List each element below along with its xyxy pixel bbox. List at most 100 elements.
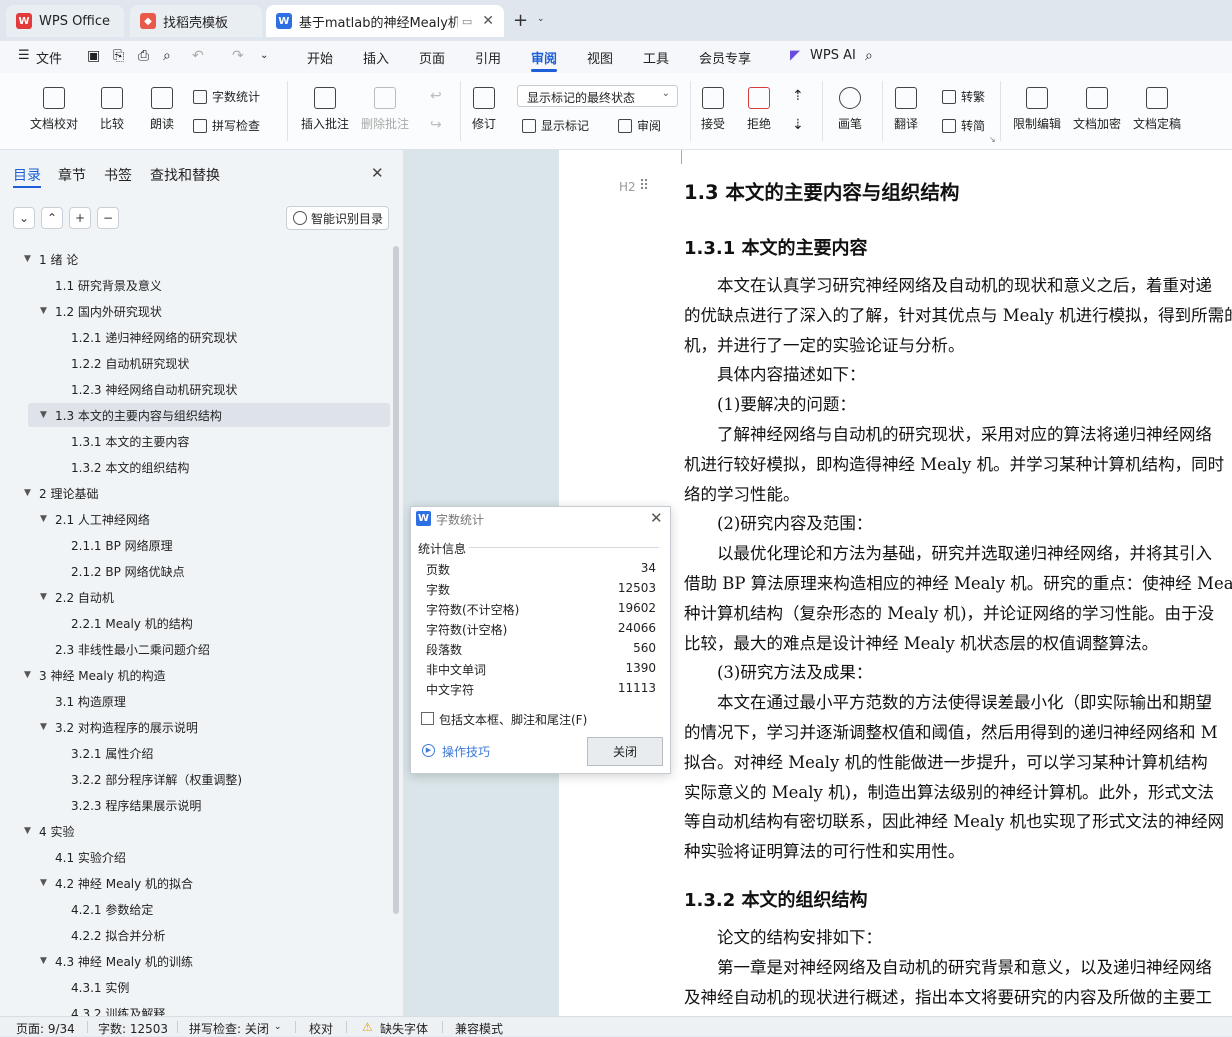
expand-arrow-icon[interactable]: ▼ [40, 878, 50, 888]
new-tab-icon[interactable]: + [513, 10, 528, 31]
toc-item[interactable]: ▼ 2.2 自动机 [0, 585, 390, 609]
expand-arrow-icon[interactable]: ▼ [40, 722, 50, 732]
finalize-button[interactable]: 文档定稿 [1133, 87, 1181, 132]
chevron-down-icon[interactable]: ⌄ [274, 1022, 282, 1032]
tab-document[interactable]: W 基于matlab的神经Mealy机的 ▭ ✕ [266, 5, 504, 37]
toc-item[interactable]: 2.2.1 Mealy 机的结构 [0, 611, 390, 635]
toc-item[interactable]: ▼ 1 绪 论 [0, 247, 390, 271]
tab-find-replace[interactable]: 查找和替换 [150, 165, 220, 185]
chevron-down-icon[interactable]: ⌄ [537, 14, 545, 24]
spell-check-button[interactable]: 拼写检查 [193, 117, 260, 134]
close-tab-icon[interactable]: ✕ [482, 13, 494, 29]
menu-review[interactable]: 审阅 [531, 48, 557, 67]
toc-item[interactable]: ▼ 2.1 人工神经网络 [0, 507, 390, 531]
search-icon[interactable]: ⌕ [865, 48, 873, 64]
menu-insert[interactable]: 插入 [363, 48, 389, 67]
tab-toc[interactable]: 目录 [13, 165, 41, 185]
undo-icon[interactable]: ↶ [192, 48, 204, 64]
toc-item[interactable]: 4.3.1 实例 [0, 975, 390, 999]
toc-item[interactable]: ▼ 4 实验 [0, 819, 390, 843]
toc-item[interactable]: 1.2.3 神经网络自动机研究现状 [0, 377, 390, 401]
expand-arrow-icon[interactable]: ▼ [24, 826, 34, 836]
proof-button[interactable]: 校对 [309, 1020, 333, 1037]
markup-state-select[interactable]: 显示标记的最终状态 ⌄ [517, 85, 678, 107]
smart-toc-button[interactable]: 智能识别目录 [286, 206, 389, 230]
drag-handle-icon[interactable]: ⠿ [639, 178, 649, 194]
tab-chapters[interactable]: 章节 [58, 165, 86, 185]
missing-font-button[interactable]: 缺失字体 [380, 1020, 428, 1037]
toc-item[interactable]: ▼ 4.2 神经 Mealy 机的拟合 [0, 871, 390, 895]
toc-item[interactable]: ▼ 3 神经 Mealy 机的构造 [0, 663, 390, 687]
close-icon[interactable]: ✕ [650, 509, 663, 527]
restrict-edit-button[interactable]: 限制编辑 [1013, 87, 1061, 132]
track-changes-button[interactable]: 修订 [472, 87, 496, 132]
include-textbox-checkbox[interactable] [421, 712, 434, 725]
expand-arrow-icon[interactable]: ▼ [24, 670, 34, 680]
toc-item[interactable]: 1.2.1 递归神经网络的研究现状 [0, 325, 390, 349]
print-icon[interactable]: ⎙ [138, 48, 149, 64]
share-icon[interactable]: ⎘ [113, 48, 124, 64]
menu-reference[interactable]: 引用 [475, 48, 501, 67]
spell-check-status[interactable]: 拼写检查: 关闭 [189, 1020, 269, 1037]
toc-item[interactable]: 2.3 非线性最小二乘问题介绍 [0, 637, 390, 661]
toc-item[interactable]: 3.2.3 程序结果展示说明 [0, 793, 390, 817]
toc-item[interactable]: 3.2.2 部分程序详解（权重调整) [0, 767, 390, 791]
toc-item[interactable]: 1.2.2 自动机研究现状 [0, 351, 390, 375]
toc-item[interactable]: 2.1.1 BP 网络原理 [0, 533, 390, 557]
page-indicator[interactable]: 页面: 9/34 [16, 1020, 75, 1037]
toc-item[interactable]: 1.1 研究背景及意义 [0, 273, 390, 297]
expand-arrow-icon[interactable]: ▼ [40, 514, 50, 524]
to-traditional-button[interactable]: 转繁 [942, 88, 985, 105]
doc-check-button[interactable]: 文档校对 [30, 87, 78, 132]
accept-button[interactable]: 接受 [701, 87, 725, 132]
prev-comment-icon[interactable]: ↩ [430, 88, 442, 104]
menu-wps-ai[interactable]: WPS AI [810, 48, 856, 63]
redo-icon[interactable]: ↷ [232, 48, 244, 64]
toc-item[interactable]: 4.2.1 参数给定 [0, 897, 390, 921]
delete-comment-button[interactable]: 删除批注 [361, 87, 409, 132]
pen-button[interactable]: 画笔 [838, 87, 862, 132]
expand-icon[interactable]: ↘ [989, 135, 996, 144]
expand-arrow-icon[interactable]: ▼ [40, 410, 50, 420]
word-count-indicator[interactable]: 字数: 12503 [98, 1020, 168, 1037]
toc-item[interactable]: 2.1.2 BP 网络优缺点 [0, 559, 390, 583]
collapse-all-button[interactable]: ⌄ [13, 207, 35, 229]
to-simplified-button[interactable]: 转简 [942, 117, 985, 134]
expand-arrow-icon[interactable]: ▼ [24, 488, 34, 498]
close-pane-icon[interactable]: ✕ [371, 164, 384, 182]
toc-item[interactable]: 3.1 构造原理 [0, 689, 390, 713]
menu-page[interactable]: 页面 [419, 48, 445, 67]
tips-link[interactable]: 操作技巧 [442, 743, 490, 760]
menu-icon[interactable]: ☰ [18, 48, 30, 63]
prev-change-icon[interactable]: ⇡ [792, 88, 804, 104]
print-preview-icon[interactable]: ⌕ [163, 48, 171, 64]
remove-heading-button[interactable]: − [97, 207, 119, 229]
read-aloud-button[interactable]: 朗读 [150, 87, 174, 132]
reject-button[interactable]: 拒绝 [747, 87, 771, 132]
monitor-icon[interactable]: ▭ [462, 15, 472, 28]
show-markup-button[interactable]: 显示标记 [522, 117, 589, 134]
toc-item[interactable]: ▼ 1.2 国内外研究现状 [0, 299, 390, 323]
expand-arrow-icon[interactable]: ▼ [40, 592, 50, 602]
menu-file[interactable]: 文件 [36, 48, 62, 67]
expand-arrow-icon[interactable]: ▼ [24, 254, 34, 264]
review-pane-button[interactable]: 审阅 [618, 117, 661, 134]
menu-start[interactable]: 开始 [307, 48, 333, 67]
next-comment-icon[interactable]: ↪ [430, 117, 442, 133]
compare-button[interactable]: 比较 [100, 87, 124, 132]
menu-tools[interactable]: 工具 [643, 48, 669, 67]
menu-view[interactable]: 视图 [587, 48, 613, 67]
toc-item[interactable]: 1.3.2 本文的组织结构 [0, 455, 390, 479]
encrypt-button[interactable]: 文档加密 [1073, 87, 1121, 132]
translate-button[interactable]: 翻译 [894, 87, 918, 132]
expand-arrow-icon[interactable]: ▼ [40, 306, 50, 316]
tab-wps-office[interactable]: W WPS Office [6, 5, 124, 37]
menu-member[interactable]: 会员专享 [699, 48, 751, 67]
toc-item[interactable]: 4.1 实验介绍 [0, 845, 390, 869]
expand-arrow-icon[interactable]: ▼ [40, 956, 50, 966]
next-change-icon[interactable]: ⇣ [792, 117, 804, 133]
toc-item[interactable]: 3.2.1 属性介绍 [0, 741, 390, 765]
more-icon[interactable]: ⌄ [260, 50, 268, 61]
word-count-button[interactable]: 字数统计 [193, 88, 260, 105]
close-dialog-button[interactable]: 关闭 [587, 737, 663, 766]
